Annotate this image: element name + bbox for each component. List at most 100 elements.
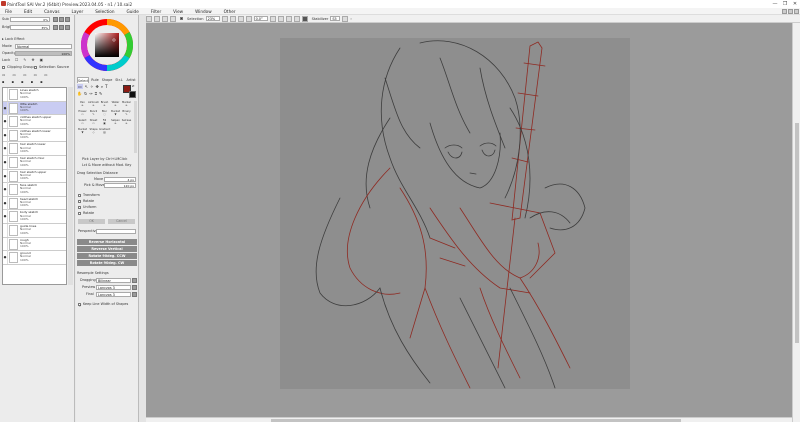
vertical-scrollbar[interactable] (792, 23, 800, 422)
minimize-button[interactable]: — (770, 0, 780, 8)
perspective-select[interactable] (96, 229, 136, 234)
redo-icon[interactable] (154, 15, 160, 22)
layer-item[interactable]: guide lines Normal 100% (3, 223, 66, 238)
brush-airbrush[interactable]: Airbrush ✒ (88, 101, 99, 107)
option-rotate-2[interactable]: Rotate (78, 211, 94, 215)
bright-slider[interactable]: 35% (10, 25, 50, 30)
lasso-tool-icon[interactable]: ↖ (85, 84, 88, 89)
bright-decrease-button[interactable] (53, 25, 58, 30)
vertical-scroll-thumb[interactable] (795, 123, 799, 343)
preview-select[interactable]: Lanczos 3 (96, 285, 131, 290)
rotate-cw-button[interactable]: Rotate 90deg. CW (77, 260, 137, 266)
stabilizer-dropdown-icon[interactable] (342, 15, 349, 22)
brush-bucket-2[interactable]: Bucket ▼ (77, 128, 88, 134)
preview-dropdown-icon[interactable] (132, 285, 137, 290)
hue-increase-button[interactable] (59, 17, 64, 22)
tab-strl[interactable]: Str.L (113, 77, 125, 83)
visibility-icon[interactable]: ● (3, 251, 8, 265)
visibility-icon[interactable]: ● (3, 142, 8, 156)
selection-source-option[interactable]: Selection Source (34, 65, 69, 69)
layer-item[interactable]: ● ground Normal 100% (3, 251, 66, 265)
opacity-slider[interactable]: 100% (15, 51, 72, 56)
cancel-button[interactable]: Cancel (108, 219, 135, 224)
reverse-horizontal-button[interactable]: Reverse Horizontal (77, 239, 137, 245)
rotate-tool-icon[interactable]: ↻ (84, 91, 87, 96)
hand-tool-icon[interactable]: ✋ (77, 91, 82, 96)
menu-filter[interactable]: Filter (146, 9, 168, 14)
visibility-icon[interactable]: ● (3, 115, 8, 129)
zoom-reset-icon[interactable] (237, 15, 244, 22)
menu-window[interactable]: Window (190, 9, 219, 14)
brush-select[interactable]: Select ▭ (77, 119, 88, 125)
zoom-field[interactable]: 23% (205, 16, 220, 21)
layer-item[interactable]: ● clothes sketch lower Normal 100% (3, 128, 66, 143)
brush-binary[interactable]: Binary ✎ (121, 110, 132, 116)
eyedropper-icon[interactable]: ✎ (99, 91, 102, 96)
brush-bucket[interactable]: Bucket ▼ (110, 110, 121, 116)
visibility-icon[interactable]: ● (3, 210, 8, 224)
dragging-dropdown-icon[interactable] (132, 278, 137, 283)
magic-wand-icon[interactable]: ✧ (90, 84, 93, 89)
document-canvas[interactable] (280, 38, 630, 389)
close-button[interactable]: ✕ (790, 0, 800, 8)
brush-pen[interactable]: Pen ✒ (77, 101, 88, 107)
visibility-icon[interactable] (3, 237, 8, 251)
brush-marker[interactable]: Marker ✒ (121, 101, 132, 107)
selection-checkbox[interactable] (180, 17, 183, 20)
final-dropdown-icon[interactable] (132, 292, 137, 297)
brush-eraser[interactable]: Eraser ▭ (77, 110, 88, 116)
brush-brush[interactable]: Brush ✒ (99, 101, 110, 107)
move-tool-icon[interactable]: ✥ (96, 84, 99, 89)
menu-selection[interactable]: Selection (90, 9, 121, 14)
rotate-left-icon[interactable] (269, 15, 276, 22)
blend-mode-select[interactable]: Normal (15, 44, 72, 49)
brush-shape[interactable]: Shape ◇ (88, 128, 99, 134)
layer-item[interactable]: ● body sketch Normal 100% (3, 210, 66, 224)
layer-item[interactable]: ● hair sketch misc Normal 100% (3, 155, 66, 170)
flip-icon[interactable] (293, 15, 300, 22)
brush-pencil[interactable]: Pencil ✎ (88, 110, 99, 116)
tab-artist[interactable]: Artist (125, 77, 137, 83)
maximize-button[interactable]: ❐ (780, 0, 790, 8)
menu-guide[interactable]: Guide (122, 9, 146, 14)
hue-slider[interactable]: 0% (10, 17, 50, 22)
layer-item[interactable]: ● hair sketch upper Normal 100% (3, 169, 66, 184)
menu-edit[interactable]: Edit (19, 9, 39, 14)
option-rotate[interactable]: Rotate (78, 199, 94, 203)
undo-icon[interactable] (146, 15, 152, 22)
rotate-ccw-button[interactable]: Rotate 90deg. CCW (77, 253, 137, 259)
option-uniform[interactable]: Uniform (78, 205, 96, 209)
tab-rule[interactable]: Rule (89, 77, 101, 83)
menu-canvas[interactable]: Canvas (39, 9, 66, 14)
layer-action-buttons[interactable]: ▪ ▪ ▪ ▪ ▪ (2, 80, 46, 84)
ok-button[interactable]: OK (78, 219, 105, 224)
horizontal-scrollbar[interactable] (146, 417, 792, 422)
layer-new-buttons[interactable]: ▭ ▭ ▭ ▭ ▭ (2, 73, 51, 77)
doc-restore-button[interactable] (788, 9, 793, 14)
brush-selrase[interactable]: Selrase ✒ (121, 119, 132, 125)
layer-item[interactable]: ● hair sketch lower Normal 100% (3, 142, 66, 156)
visibility-icon[interactable]: ● (3, 183, 8, 197)
layer-scrollbar[interactable] (68, 87, 73, 285)
brush-sheet[interactable]: Sheet ▭ (88, 119, 99, 125)
doc-close-button[interactable] (794, 9, 799, 14)
keep-line-width-option[interactable]: ✓Keep Line Width of Shapes (78, 302, 128, 308)
zoom-tool-icon[interactable]: ⌕ (101, 84, 103, 89)
layer-item[interactable]: ● face sketch Normal 100% (3, 183, 66, 197)
menu-view[interactable]: View (168, 9, 190, 14)
flip-horizontal-icon[interactable] (301, 15, 308, 22)
tab-select[interactable]: Select (77, 77, 89, 83)
visibility-icon[interactable]: ● (3, 101, 8, 115)
option-transform[interactable]: Transform (78, 193, 100, 197)
brush-water[interactable]: Water ✒ (110, 101, 121, 107)
visibility-icon[interactable]: ● (3, 155, 8, 169)
dragging-select[interactable]: Bilinear (96, 278, 131, 283)
hue-decrease-button[interactable] (53, 17, 58, 22)
pick-move-field[interactable]: 120 px (104, 183, 136, 188)
brush-blur[interactable]: Blur ◌ (99, 110, 110, 116)
layer-item[interactable]: ● head sketch Normal 100% (3, 196, 66, 211)
swap-colors-icon[interactable]: ⇄ (132, 84, 135, 88)
menu-file[interactable]: File (0, 9, 19, 14)
picker-tool-icon[interactable]: ✑ (89, 91, 92, 96)
invert-selection-icon[interactable] (170, 15, 176, 22)
